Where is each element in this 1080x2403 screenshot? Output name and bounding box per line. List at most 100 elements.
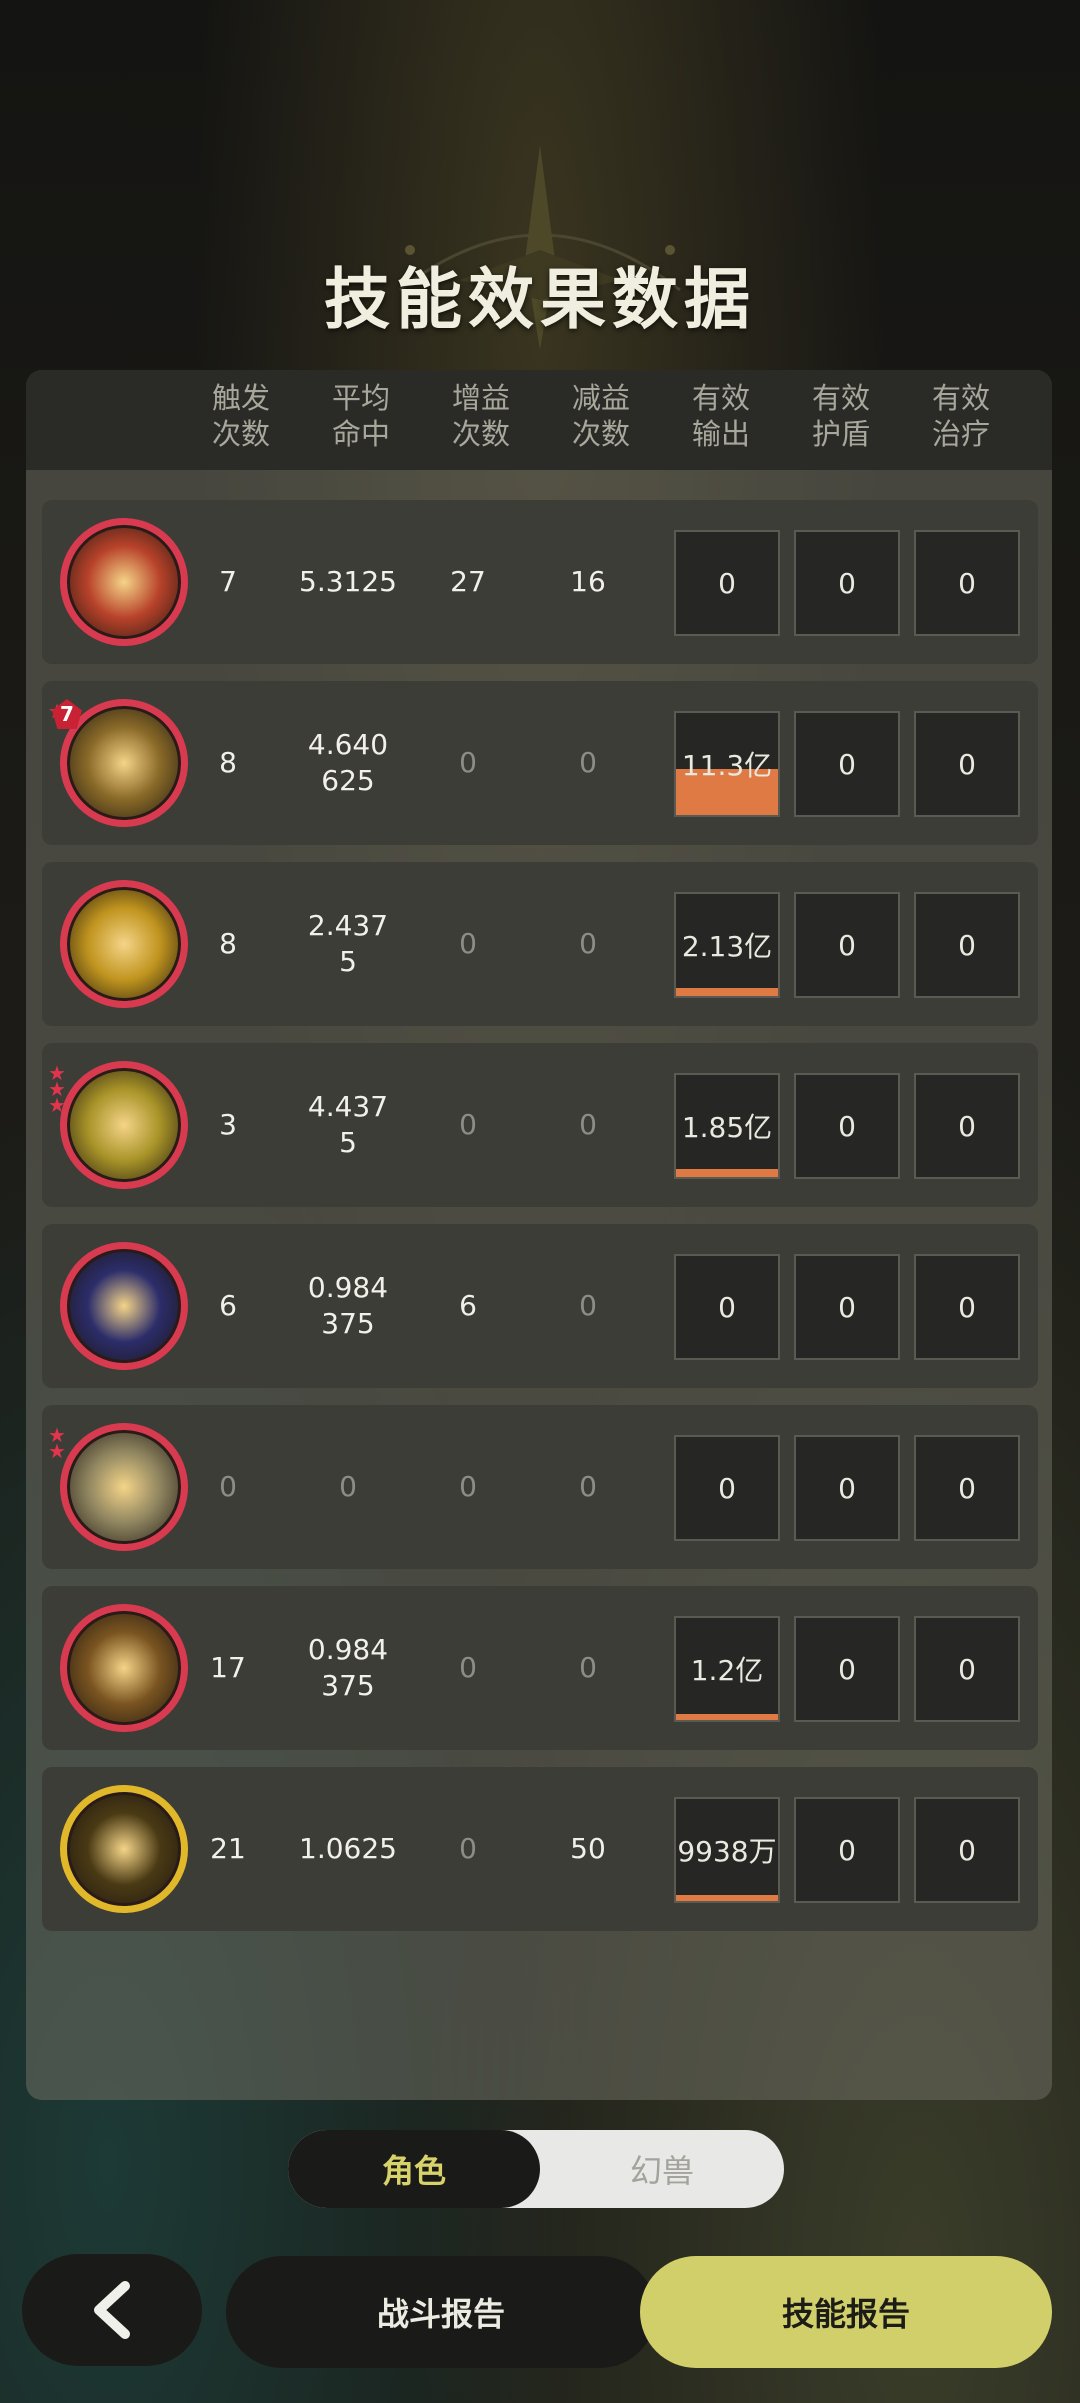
value-text: 0 xyxy=(958,747,976,781)
cell-trigger: 8 xyxy=(219,746,237,779)
cell-buff: 0 xyxy=(459,1832,477,1865)
value-box-shield: 0 xyxy=(794,1435,900,1541)
value-text: 0 xyxy=(718,1290,736,1324)
value-text: 0 xyxy=(958,1471,976,1505)
cell-avg-hit: 4.437 5 xyxy=(307,1090,389,1159)
value-box-output: 0 xyxy=(674,1435,780,1541)
cell-avg-hit: 0.984 375 xyxy=(307,1633,389,1702)
value-text: 0 xyxy=(838,1290,856,1324)
cell-avg-hit: 0 xyxy=(339,1470,357,1503)
value-text: 0 xyxy=(958,1652,976,1686)
value-box-shield: 0 xyxy=(794,1797,900,1903)
value-text: 0 xyxy=(838,1109,856,1143)
role-toggle[interactable]: 角色 幻兽 xyxy=(288,2130,784,2208)
cell-debuff: 0 xyxy=(579,1108,597,1141)
header-debuff-count: 减益 次数 xyxy=(571,381,630,451)
skill-row: 8 2.437 5 0 0 2.13亿 0 0 xyxy=(42,862,1038,1026)
cell-debuff: 0 xyxy=(579,746,597,779)
skill-row: 17 0.984 375 0 0 1.2亿 0 0 xyxy=(42,1586,1038,1750)
value-box-output: 9938万 xyxy=(674,1797,780,1903)
cell-debuff: 0 xyxy=(579,1289,597,1322)
cell-debuff: 16 xyxy=(570,565,606,598)
value-text: 0 xyxy=(838,566,856,600)
star-rank-icon: ★ ★ ★ xyxy=(48,1063,74,1117)
cell-avg-hit: 5.3125 xyxy=(299,565,397,598)
header-effective-output: 有效 输出 xyxy=(691,381,750,451)
cell-buff: 6 xyxy=(459,1289,477,1322)
value-box-heal: 0 xyxy=(914,1073,1020,1179)
value-box-output: 0 xyxy=(674,530,780,636)
value-text: 0 xyxy=(838,1652,856,1686)
cell-trigger: 3 xyxy=(219,1108,237,1141)
value-text: 0 xyxy=(838,928,856,962)
skill-row: ★784.640 6250011.3亿00 xyxy=(42,681,1038,845)
value-box-output: 1.2亿 xyxy=(674,1616,780,1722)
header-buff-count: 增益 次数 xyxy=(451,381,510,451)
table-header xyxy=(26,370,1052,470)
star-icon: ★ xyxy=(48,1439,66,1463)
cell-buff: 0 xyxy=(459,927,477,960)
skill-row: 21 1.0625 0 50 9938万 0 0 xyxy=(42,1767,1038,1931)
cell-buff: 27 xyxy=(450,565,486,598)
value-box-heal: 0 xyxy=(914,530,1020,636)
value-text: 11.3亿 xyxy=(681,749,773,782)
output-bar xyxy=(676,1714,778,1720)
skill-row: ★ ★ 0 0 0 0 0 0 0 xyxy=(42,1405,1038,1569)
value-text: 0 xyxy=(958,1290,976,1324)
value-box-shield: 0 xyxy=(794,892,900,998)
toggle-character[interactable]: 角色 xyxy=(288,2130,540,2208)
cell-buff: 0 xyxy=(459,1651,477,1684)
value-box-output: 2.13亿 xyxy=(674,892,780,998)
output-bar xyxy=(676,1895,778,1901)
cell-avg-hit: 2.437 5 xyxy=(307,909,389,978)
value-text: 0 xyxy=(838,747,856,781)
value-box-shield: 0 xyxy=(794,1254,900,1360)
value-box-shield: 0 xyxy=(794,530,900,636)
cell-debuff: 0 xyxy=(579,1651,597,1684)
star-rank-icon: ★ ★ xyxy=(48,1425,74,1463)
value-text: 0 xyxy=(838,1471,856,1505)
toggle-beast[interactable]: 幻兽 xyxy=(540,2130,784,2208)
value-text: 2.13亿 xyxy=(681,930,773,963)
skill-row: 6 0.984 375 6 0 0 0 0 xyxy=(42,1224,1038,1388)
value-text: 0 xyxy=(718,1471,736,1505)
value-box-output: 11.3亿 xyxy=(674,711,780,817)
value-text: 0 xyxy=(958,566,976,600)
cell-trigger: 7 xyxy=(219,565,237,598)
value-box-output: 0 xyxy=(674,1254,780,1360)
header-effective-heal: 有效 治疗 xyxy=(931,381,990,451)
value-box-shield: 0 xyxy=(794,1073,900,1179)
value-box-heal: 0 xyxy=(914,892,1020,998)
value-text: 1.85亿 xyxy=(681,1111,773,1144)
value-box-heal: 0 xyxy=(914,1254,1020,1360)
cell-buff: 0 xyxy=(459,1108,477,1141)
value-box-output: 1.85亿 xyxy=(674,1073,780,1179)
cell-trigger: 17 xyxy=(210,1651,246,1684)
value-box-heal: 0 xyxy=(914,1435,1020,1541)
output-bar xyxy=(676,987,778,996)
value-text: 0 xyxy=(958,1833,976,1867)
star-icon: ★ xyxy=(48,1093,66,1117)
value-box-shield: 0 xyxy=(794,1616,900,1722)
value-box-heal: 0 xyxy=(914,1797,1020,1903)
value-text: 1.2亿 xyxy=(690,1654,764,1687)
cell-debuff: 0 xyxy=(579,1470,597,1503)
header-avg-hit: 平均 命中 xyxy=(331,381,390,451)
value-text: 0 xyxy=(718,566,736,600)
skill-row: ★ ★ ★ 3 4.437 5 0 0 1.85亿 0 0 xyxy=(42,1043,1038,1207)
value-text: 0 xyxy=(958,1109,976,1143)
cell-avg-hit: 4.640 625 xyxy=(307,728,389,797)
cell-buff: 0 xyxy=(459,1470,477,1503)
skill-row: 7 5.3125 27 16 0 0 0 xyxy=(42,500,1038,664)
value-text: 0 xyxy=(958,928,976,962)
chevron-left-icon xyxy=(94,2281,130,2339)
back-button[interactable] xyxy=(22,2254,202,2366)
cell-trigger: 6 xyxy=(219,1289,237,1322)
cell-debuff: 50 xyxy=(570,1832,606,1865)
cell-trigger: 8 xyxy=(219,927,237,960)
cell-debuff: 0 xyxy=(579,927,597,960)
value-box-heal: 0 xyxy=(914,1616,1020,1722)
battle-report-button[interactable]: 战斗报告 xyxy=(226,2256,656,2368)
header-effective-shield: 有效 护盾 xyxy=(811,381,870,451)
skill-report-button[interactable]: 技能报告 xyxy=(640,2256,1052,2368)
